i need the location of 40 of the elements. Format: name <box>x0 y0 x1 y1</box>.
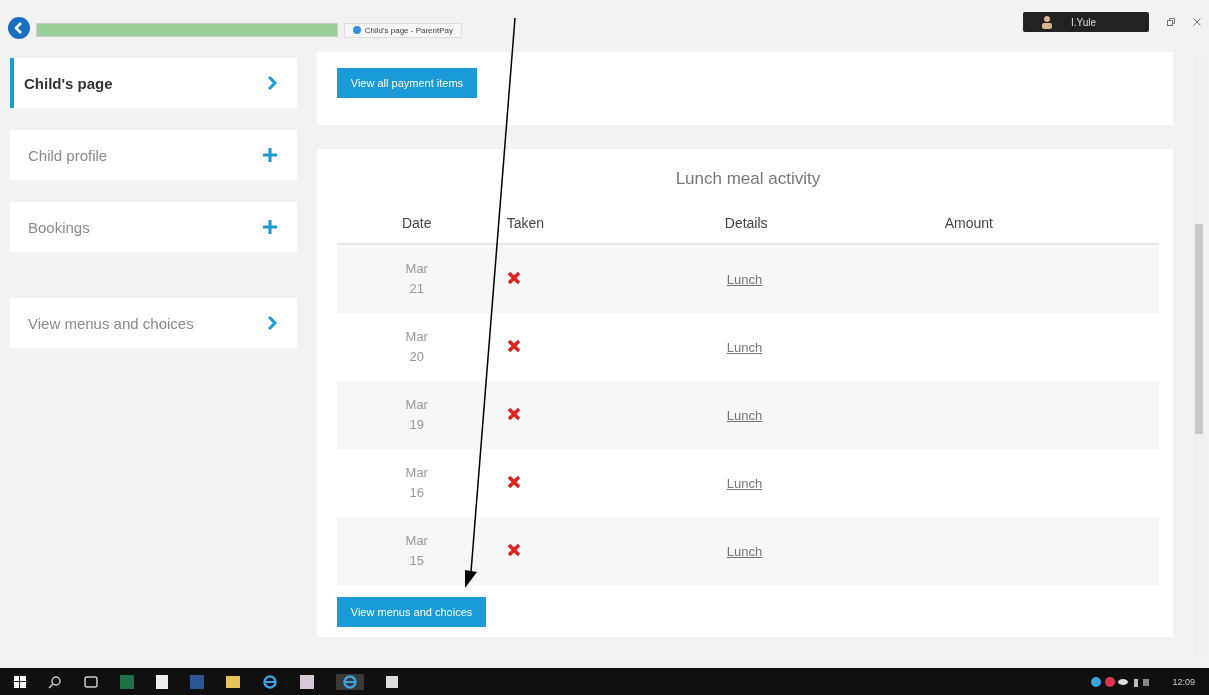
sidebar-item[interactable]: Bookings <box>10 202 297 252</box>
details-link[interactable]: Lunch <box>726 271 763 287</box>
tray-icons[interactable] <box>1090 675 1151 688</box>
plus-icon <box>262 220 277 234</box>
sidebar-item[interactable]: Child profile <box>10 130 297 180</box>
date-cell-text: Mar 16 <box>404 464 429 502</box>
user-badge: I.Yule <box>1023 12 1149 32</box>
section-title: Lunch meal activity <box>674 169 822 189</box>
start-icon[interactable] <box>14 675 26 688</box>
browser-icon[interactable] <box>336 673 364 690</box>
sidebar-item[interactable]: View menus and choices <box>10 298 297 348</box>
date-cell-text: Mar 15 <box>404 532 429 570</box>
restore-icon[interactable] <box>1167 18 1175 26</box>
column-header: Taken <box>505 215 546 231</box>
column-header: Date <box>400 215 433 231</box>
document-icon[interactable] <box>156 674 168 689</box>
date-cell-text: Mar 19 <box>404 396 429 434</box>
column-header: Amount <box>944 215 994 231</box>
close-icon[interactable] <box>1193 18 1201 26</box>
view-payment-items-button[interactable]: View all payment items <box>336 68 478 98</box>
task-view-icon[interactable] <box>84 675 98 688</box>
plus-icon <box>262 148 277 162</box>
browser-tab[interactable]: Child's page - ParentPay <box>344 22 462 38</box>
app-icon[interactable] <box>300 674 314 689</box>
details-link[interactable]: Lunch <box>726 543 763 559</box>
search-icon[interactable] <box>48 674 62 689</box>
details-link[interactable]: Lunch <box>726 339 763 355</box>
details-link[interactable]: Lunch <box>726 475 763 491</box>
date-cell-text: Mar 20 <box>404 328 429 366</box>
details-link[interactable]: Lunch <box>726 407 763 423</box>
column-header: Details <box>723 215 769 231</box>
chevron-icon <box>266 76 277 90</box>
browser-icon[interactable] <box>262 673 278 690</box>
folder-icon[interactable] <box>226 675 240 688</box>
view-menus-button[interactable]: View menus and choices <box>336 597 487 627</box>
date-cell-text: Mar 21 <box>404 260 429 298</box>
sidebar-item[interactable]: Child's page <box>10 58 297 108</box>
clock: 12:09 <box>1172 676 1195 687</box>
app-icon[interactable] <box>386 675 398 688</box>
chevron-icon <box>266 316 277 330</box>
